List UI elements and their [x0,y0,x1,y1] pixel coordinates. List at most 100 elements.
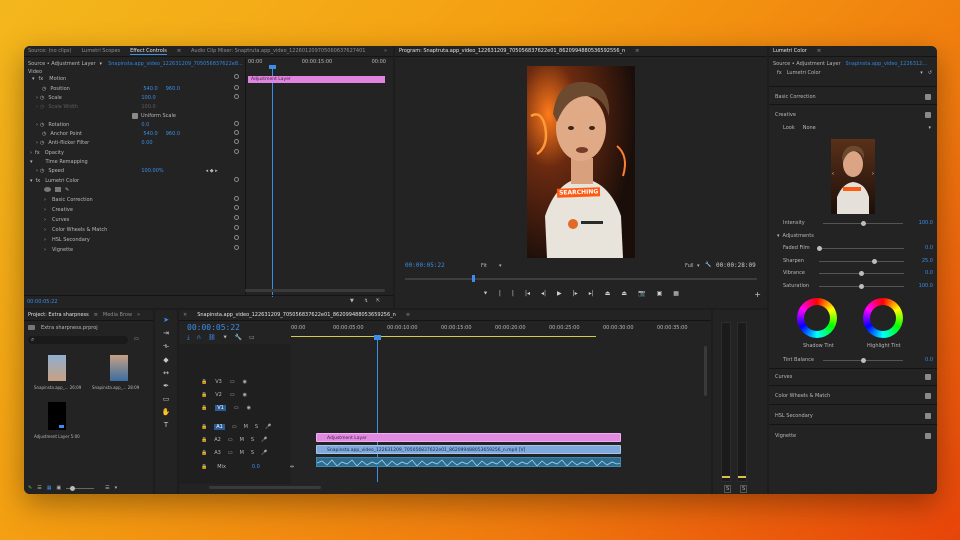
add-marker-icon[interactable]: ⯆ [223,334,228,342]
tab-sequence[interactable]: Snapinsta.app_video_122631209_7050568376… [197,312,396,318]
sequence-label[interactable]: Snapinsta.app_video_122631209_7050568376… [108,61,243,67]
hsl-secondary-label[interactable]: HSL Secondary [775,413,813,419]
ec-scrollbar[interactable] [245,289,385,292]
chevron-down-icon[interactable]: ▾ [115,485,118,491]
chevron-right-icon[interactable]: › [44,217,46,223]
program-scrubber[interactable] [405,275,757,282]
sync-icon[interactable]: ▭ [230,392,235,398]
color-wheels-label[interactable]: Color Wheels & Match [775,393,830,399]
chevron-down-icon[interactable]: ▾ [928,125,931,131]
tab-media-browser[interactable]: Media Brow [103,312,132,318]
new-bin-icon[interactable]: ▭ [134,336,139,342]
chevron-right-icon[interactable]: › [44,247,46,253]
multicam-icon[interactable]: ▦ [673,290,679,302]
tint-balance-slider[interactable] [823,358,903,363]
meter-solo-right[interactable]: S [740,485,748,493]
speed-value[interactable]: 100.00% [141,168,163,174]
solo-icon[interactable]: S [251,437,254,443]
tab-audio-clip-mixer[interactable]: Audio Clip Mixer: Snaptruta.app_video_12… [191,48,366,54]
ec-timecode[interactable]: 00:00:05:22 [27,299,58,305]
lock-icon[interactable]: 🔒 [201,437,207,443]
pen-tool-icon[interactable]: ✒ [163,382,169,390]
faded-film-value[interactable]: 0.0 [925,245,933,251]
step-back-icon[interactable]: ◂| [541,290,546,302]
chevron-left-icon[interactable]: ‹ [832,171,834,177]
mic-icon[interactable]: 🎤 [265,424,271,430]
stopwatch-icon[interactable]: ◷ [42,131,46,137]
hand-tool-icon[interactable]: ✋ [162,408,171,416]
highlight-tint-wheel[interactable] [863,298,903,338]
audio-clip[interactable] [316,457,621,467]
basic-correction-label[interactable]: Basic Correction [775,94,816,100]
settings-wrench-icon[interactable]: 🔧 [235,334,242,342]
lift-icon[interactable]: ⏏ [605,290,611,302]
reset-icon[interactable] [234,121,239,126]
chevron-down-icon[interactable]: ▾ [30,178,33,184]
project-search-input[interactable]: ⌕ [28,336,128,344]
reset-icon[interactable] [234,74,239,79]
export-frame-icon[interactable]: 📷 [638,290,645,302]
look-select[interactable]: None [803,125,816,131]
marker-icon[interactable]: ⯆ [483,290,488,302]
reset-icon[interactable] [234,139,239,144]
selection-tool-icon[interactable]: ➤ [163,316,169,324]
tab-lumetri-scopes[interactable]: Lumetri Scopes [81,48,120,54]
keyframe-nav-icon[interactable]: ◂ ◆ ▸ [206,168,218,174]
zoom-slider[interactable] [66,485,95,491]
extract-icon[interactable]: ⏏ [621,290,627,302]
lumetri-sequence-label[interactable]: Snapinsta.app_video_1226312... [846,61,927,67]
vignette-checkbox[interactable] [925,432,931,439]
reset-icon[interactable] [234,205,239,210]
timeline-timecode[interactable]: 00:00:05:22 [187,323,240,332]
freeform-view-icon[interactable]: ▣ [56,485,61,491]
reset-icon[interactable] [234,85,239,90]
lock-icon[interactable]: 🔒 [201,392,207,398]
reset-icon[interactable] [234,177,239,182]
color-wheels-checkbox[interactable] [925,392,931,399]
sort-icon[interactable]: ☰ [105,485,109,491]
mix-value[interactable]: 0.0 [252,464,260,470]
track-label-v2[interactable]: V2 [215,392,222,398]
sync-icon[interactable]: ▭ [232,424,237,430]
video-clip[interactable]: Snapinsta.app_video_122631209_7050568376… [316,445,621,454]
ec-playhead[interactable] [272,65,273,297]
eye-icon[interactable]: ◉ [247,405,251,411]
lock-icon[interactable]: 🔒 [201,464,207,470]
mark-out-icon[interactable]: | [512,290,514,302]
reset-icon[interactable] [234,149,239,154]
menu-icon[interactable]: ≡ [406,312,410,318]
menu-icon[interactable]: ≡ [817,48,821,54]
export-icon[interactable]: ⇱ [376,298,380,304]
captions-icon[interactable]: ▭ [249,334,255,342]
go-to-out-icon[interactable]: ▸| [589,290,594,302]
mute-icon[interactable]: M [240,450,244,456]
reset-icon[interactable] [234,196,239,201]
ec-playhead-handle[interactable] [269,65,276,69]
timeline-ruler[interactable]: 00:00 00:00:05:00 00:00:10:00 00:00:15:0… [291,325,701,343]
go-to-in-icon[interactable]: |◂ [525,290,530,302]
chevron-right-icon[interactable]: › [36,95,38,101]
lock-icon[interactable]: 🔒 [201,379,207,385]
tint-balance-value[interactable]: 0.0 [925,357,933,363]
menu-icon[interactable]: ≡ [177,48,181,54]
list-view-icon[interactable]: ☰ [37,485,41,491]
anchor-x[interactable]: 540.0 [143,131,157,137]
sync-icon[interactable]: ▭ [228,437,233,443]
solo-icon[interactable]: S [255,424,258,430]
uniform-scale-checkbox[interactable] [132,112,138,119]
chevron-down-icon[interactable]: ▾ [920,70,923,76]
fit-select[interactable]: Fit [481,263,487,269]
basic-correction-checkbox[interactable] [925,93,931,100]
tab-source[interactable]: Source: (no clips) [28,48,71,54]
track-label-a2[interactable]: A2 [214,437,221,443]
compare-icon[interactable]: ▣ [657,290,663,302]
program-timecode-current[interactable]: 00:00:05:22 [405,262,445,269]
vignette-label[interactable]: Vignette [775,433,796,439]
chevron-right-icon[interactable]: › [36,168,38,174]
track-label-v3[interactable]: V3 [215,379,222,385]
chevron-right-icon[interactable]: › [36,122,38,128]
overflow-chevron-icon[interactable]: » [384,48,387,54]
eye-icon[interactable]: ◉ [243,379,247,385]
rectangle-tool-icon[interactable]: ▭ [163,395,170,403]
adjustment-layer-clip[interactable]: Adjustment Layer [316,433,621,442]
